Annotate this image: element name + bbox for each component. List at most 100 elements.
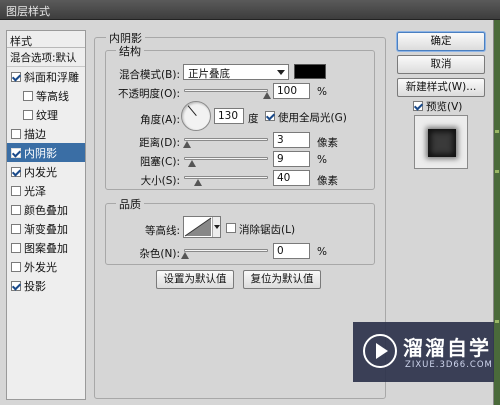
style-item-label: 内发光 <box>24 165 57 179</box>
bevel-checkbox[interactable] <box>11 71 21 82</box>
style-item-label: 等高线 <box>36 89 69 103</box>
style-item-label: 内阴影 <box>24 146 57 160</box>
pattern-overlay-checkbox[interactable] <box>11 242 21 253</box>
opacity-input[interactable]: 100 <box>273 83 310 99</box>
background-app-strip <box>494 20 500 405</box>
style-item-color-overlay[interactable]: 颜色叠加 <box>7 200 85 219</box>
inner-glow-checkbox[interactable] <box>11 166 21 177</box>
quality-label: 品质 <box>116 196 144 212</box>
outer-glow-checkbox[interactable] <box>11 261 21 272</box>
style-list-header[interactable]: 样式 <box>7 31 85 48</box>
set-default-button[interactable]: 设置为默认值 <box>156 270 234 289</box>
opacity-slider[interactable] <box>184 89 271 99</box>
size-label: 大小(S): <box>140 175 180 187</box>
contour-label: 等高线: <box>144 225 180 237</box>
style-item-pattern-overlay[interactable]: 图案叠加 <box>7 238 85 257</box>
blend-mode-label: 混合模式(B): <box>119 69 180 81</box>
new-style-button[interactable]: 新建样式(W)... <box>397 78 485 97</box>
noise-slider[interactable] <box>181 249 268 259</box>
distance-slider-thumb[interactable] <box>183 141 192 148</box>
style-item-inner-glow[interactable]: 内发光 <box>7 162 85 181</box>
antialias-checkbox[interactable] <box>226 223 236 233</box>
size-slider-thumb[interactable] <box>194 179 203 186</box>
opacity-unit: % <box>317 86 327 98</box>
cancel-button[interactable]: 取消 <box>397 55 485 74</box>
drop-shadow-checkbox[interactable] <box>11 280 21 291</box>
window-title: 图层样式 <box>6 5 50 18</box>
choke-input[interactable]: 9 <box>273 151 310 167</box>
style-item-label: 外发光 <box>24 260 57 274</box>
style-item-texture[interactable]: 纹理 <box>7 105 85 124</box>
shadow-color-swatch[interactable] <box>294 64 326 79</box>
size-input[interactable]: 40 <box>273 170 310 186</box>
style-item-label: 颜色叠加 <box>24 203 68 217</box>
global-light-label: 使用全局光(G) <box>278 112 347 124</box>
style-preview-thumbnail <box>414 115 468 169</box>
background-dot <box>495 130 499 133</box>
inner-shadow-checkbox[interactable] <box>11 147 21 158</box>
blend-mode-value: 正片叠底 <box>188 68 230 80</box>
angle-label: 角度(A): <box>140 114 180 126</box>
style-item-bevel[interactable]: 斜面和浮雕 <box>7 67 85 86</box>
angle-unit: 度 <box>248 113 259 125</box>
satin-checkbox[interactable] <box>11 185 21 196</box>
chevron-down-icon[interactable] <box>212 217 220 237</box>
style-item-label: 光泽 <box>24 184 46 198</box>
noise-label: 杂色(N): <box>139 248 180 260</box>
style-item-gradient-overlay[interactable]: 渐变叠加 <box>7 219 85 238</box>
background-dot <box>495 320 499 323</box>
contour-checkbox[interactable] <box>23 90 33 101</box>
reset-default-button[interactable]: 复位为默认值 <box>243 270 321 289</box>
watermark-play-icon <box>363 334 397 368</box>
contour-picker[interactable] <box>183 216 221 238</box>
ok-button[interactable]: 确定 <box>397 32 485 51</box>
opacity-label: 不透明度(O): <box>118 88 180 100</box>
choke-slider[interactable] <box>184 157 268 167</box>
stroke-checkbox[interactable] <box>11 128 21 139</box>
style-list: 样式 混合选项:默认 斜面和浮雕 等高线 纹理 描边 内阴影 内发光 光泽 颜色… <box>6 30 86 400</box>
background-dot <box>495 170 499 173</box>
opacity-slider-thumb[interactable] <box>263 92 271 99</box>
watermark: 溜溜自学 ZIXUE.3D66.COM <box>353 322 494 382</box>
size-slider[interactable] <box>184 176 268 186</box>
style-item-contour[interactable]: 等高线 <box>7 86 85 105</box>
preview-square <box>428 129 456 157</box>
style-item-label: 渐变叠加 <box>24 222 68 236</box>
blend-options-item[interactable]: 混合选项:默认 <box>7 48 85 67</box>
global-light-checkbox[interactable] <box>265 111 275 121</box>
size-unit: 像素 <box>317 175 338 187</box>
blend-mode-select[interactable]: 正片叠底 <box>183 64 289 80</box>
style-item-drop-shadow[interactable]: 投影 <box>7 276 85 295</box>
style-item-label: 描边 <box>24 127 46 141</box>
color-overlay-checkbox[interactable] <box>11 204 21 215</box>
style-item-label: 图案叠加 <box>24 241 68 255</box>
choke-unit: % <box>317 154 327 166</box>
style-item-inner-shadow[interactable]: 内阴影 <box>7 143 85 162</box>
title-bar: 图层样式 <box>0 0 500 20</box>
angle-dial-needle <box>187 105 197 116</box>
preview-label: 预览(V) <box>426 101 463 113</box>
style-item-satin[interactable]: 光泽 <box>7 181 85 200</box>
distance-label: 距离(D): <box>139 137 180 149</box>
distance-slider[interactable] <box>183 138 268 148</box>
choke-label: 阻塞(C): <box>139 156 180 168</box>
distance-input[interactable]: 3 <box>273 132 310 148</box>
noise-unit: % <box>317 246 327 258</box>
style-item-stroke[interactable]: 描边 <box>7 124 85 143</box>
watermark-name: 溜溜自学 <box>403 336 491 360</box>
angle-dial[interactable] <box>181 101 211 131</box>
noise-input[interactable]: 0 <box>273 243 310 259</box>
angle-input[interactable]: 130 <box>214 108 244 124</box>
antialias-label: 消除锯齿(L) <box>239 224 296 236</box>
choke-slider-thumb[interactable] <box>188 160 197 167</box>
noise-slider-thumb[interactable] <box>181 252 189 259</box>
style-item-label: 斜面和浮雕 <box>24 70 79 84</box>
gradient-overlay-checkbox[interactable] <box>11 223 21 234</box>
texture-checkbox[interactable] <box>23 109 33 120</box>
watermark-url: ZIXUE.3D66.COM <box>405 360 493 370</box>
style-item-outer-glow[interactable]: 外发光 <box>7 257 85 276</box>
preview-checkbox[interactable] <box>413 101 423 111</box>
chevron-down-icon <box>277 70 285 75</box>
structure-label: 结构 <box>116 43 144 59</box>
distance-unit: 像素 <box>317 137 338 149</box>
